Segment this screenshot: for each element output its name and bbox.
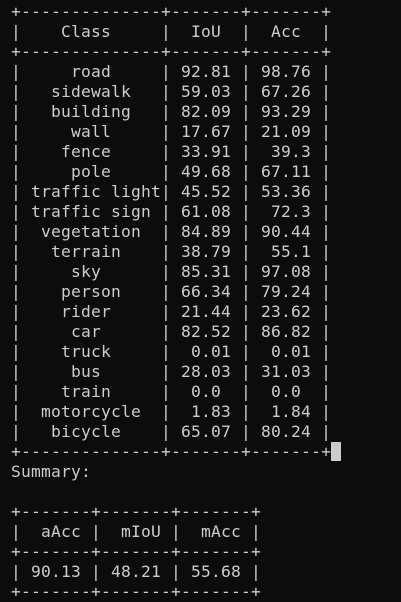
table-border-bottom-with-cursor: +--------------+-------+-------+ xyxy=(11,442,391,462)
table-row: | fence | 33.91 | 39.3 | xyxy=(11,142,332,161)
table-header-separator: +--------------+-------+-------+ xyxy=(11,42,332,61)
table-border-top: +--------------+-------+-------+ xyxy=(11,2,332,21)
table-row: | traffic sign | 61.08 | 72.3 | xyxy=(11,202,332,221)
table-row: | bus | 28.03 | 31.03 | xyxy=(11,362,332,381)
table-row: | building | 82.09 | 93.29 | xyxy=(11,102,332,121)
summary-header-separator: +-------+-------+-------+ xyxy=(11,542,262,561)
table-row: | traffic light| 45.52 | 53.36 | xyxy=(11,182,332,201)
table-row: | road | 92.81 | 98.76 | xyxy=(11,62,332,81)
table-row: | motorcycle | 1.83 | 1.84 | xyxy=(11,402,332,421)
table-row: | wall | 17.67 | 21.09 | xyxy=(11,122,332,141)
summary-header-row: | aAcc | mIoU | mAcc | xyxy=(11,522,262,541)
table-row: | train | 0.0 | 0.0 | xyxy=(11,382,332,401)
table-row: | pole | 49.68 | 67.11 | xyxy=(11,162,332,181)
table-row: | bicycle | 65.07 | 80.24 | xyxy=(11,422,332,441)
table-row: | rider | 21.44 | 23.62 | xyxy=(11,302,332,321)
summary-border-bottom: +-------+-------+-------+ xyxy=(11,582,262,601)
summary-border-top: +-------+-------+-------+ xyxy=(11,502,262,521)
table-row: | sidewalk | 59.03 | 67.26 | xyxy=(11,82,332,101)
text-cursor xyxy=(331,442,342,461)
table-row: | person | 66.34 | 79.24 | xyxy=(11,282,332,301)
table-row: | terrain | 38.79 | 55.1 | xyxy=(11,242,332,261)
table-row: | car | 82.52 | 86.82 | xyxy=(11,322,332,341)
terminal-output[interactable]: +--------------+-------+-------+ | Class… xyxy=(11,2,391,601)
table-row: | sky | 85.31 | 97.08 | xyxy=(11,262,332,281)
table-border-bottom: +--------------+-------+-------+ xyxy=(11,442,332,461)
table-header-row: | Class | IoU | Acc | xyxy=(11,22,332,41)
table-row: | vegetation | 84.89 | 90.44 | xyxy=(11,222,332,241)
summary-heading: Summary: xyxy=(11,462,92,481)
table-row: | truck | 0.01 | 0.01 | xyxy=(11,342,332,361)
summary-values-row: | 90.13 | 48.21 | 55.68 | xyxy=(11,562,262,581)
